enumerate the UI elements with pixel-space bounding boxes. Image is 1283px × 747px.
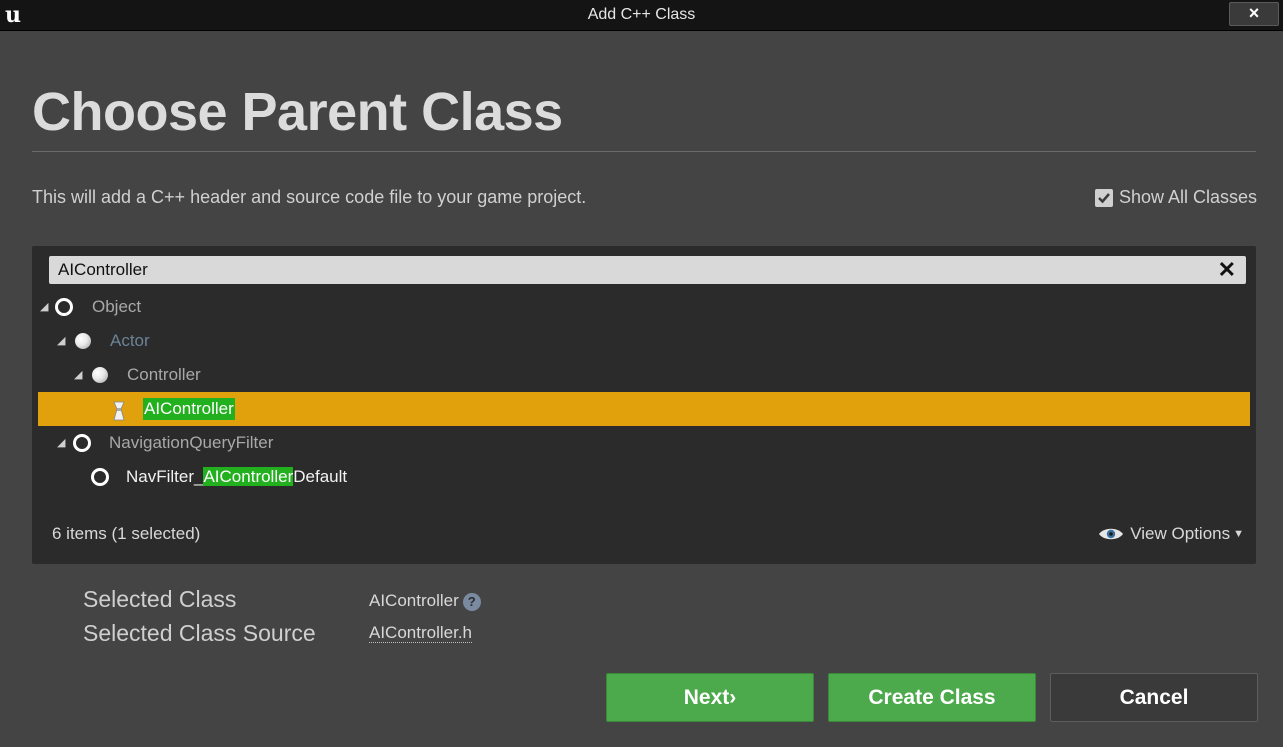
tree-item-label: Object xyxy=(92,297,142,316)
class-tree: ◢ Object ◢ Actor ◢ Controller AIControll… xyxy=(32,290,1256,494)
actor-sphere-icon xyxy=(75,332,93,350)
tree-item-label: NavFilter_AIControllerDefault xyxy=(126,460,347,494)
tree-item-object[interactable]: ◢ Object xyxy=(32,290,1256,324)
help-icon[interactable]: ? xyxy=(462,592,481,611)
eye-icon xyxy=(1099,528,1124,540)
page-title: Choose Parent Class xyxy=(32,82,563,142)
tree-item-actor[interactable]: ◢ Actor xyxy=(32,324,1256,358)
view-options-button[interactable]: View Options ▼ xyxy=(1098,524,1244,544)
actor-sphere-icon xyxy=(92,366,110,384)
tree-item-navfilter-aicontroller-default[interactable]: NavFilter_AIControllerDefault xyxy=(32,460,1256,494)
tree-item-label: Controller xyxy=(127,365,201,384)
item-count: 6 items (1 selected) xyxy=(52,524,201,543)
selected-class-source-label: Selected Class Source xyxy=(83,620,316,646)
show-all-classes-label: Show All Classes xyxy=(1118,187,1257,207)
divider xyxy=(32,151,1256,152)
expand-arrow-icon[interactable]: ◢ xyxy=(40,290,48,324)
show-all-classes-toggle[interactable]: Show All Classes xyxy=(1094,187,1257,208)
close-button[interactable]: × xyxy=(1229,2,1279,26)
chevron-right-icon: › xyxy=(729,686,737,709)
class-ring-icon xyxy=(73,434,91,452)
search-input[interactable]: AIController ✕ xyxy=(49,256,1246,284)
expand-arrow-icon[interactable]: ◢ xyxy=(74,358,82,392)
view-options-label: View Options xyxy=(1130,524,1231,543)
tree-item-navigationqueryfilter[interactable]: ◢ NavigationQueryFilter xyxy=(32,426,1256,460)
chevron-down-icon: ▼ xyxy=(1233,528,1244,540)
window-title: Add C++ Class xyxy=(587,6,696,23)
ai-controller-icon xyxy=(112,399,130,421)
selected-class-name: AIController xyxy=(369,591,459,610)
selected-class-source-value[interactable]: AIController.h xyxy=(369,623,472,643)
class-ring-icon xyxy=(55,298,73,316)
create-class-button[interactable]: Create Class xyxy=(828,673,1036,722)
source-file-link[interactable]: AIController.h xyxy=(369,623,472,643)
tree-item-label: Actor xyxy=(110,331,150,350)
search-input-value[interactable]: AIController xyxy=(58,256,148,284)
next-button[interactable]: Next› xyxy=(606,673,814,722)
class-ring-icon xyxy=(91,468,109,486)
expand-arrow-icon[interactable]: ◢ xyxy=(57,324,65,358)
tree-item-aicontroller[interactable]: AIController xyxy=(38,392,1250,426)
label-prefix: NavFilter_ xyxy=(126,467,204,486)
label-match-highlight: AIController xyxy=(203,467,294,486)
dialog-body: Choose Parent Class This will add a C++ … xyxy=(0,31,1283,747)
tree-item-label: AIController xyxy=(143,398,235,420)
clear-search-icon[interactable]: ✕ xyxy=(1218,256,1236,284)
title-bar: u Add C++ Class × xyxy=(0,0,1283,31)
selected-class-value: AIController? xyxy=(369,591,481,611)
next-button-label: Next xyxy=(683,686,730,709)
class-picker-panel: AIController ✕ ◢ Object ◢ Actor ◢ Contro… xyxy=(32,246,1256,564)
tree-item-label: NavigationQueryFilter xyxy=(109,433,274,452)
tree-item-controller[interactable]: ◢ Controller xyxy=(32,358,1256,392)
selected-class-label: Selected Class xyxy=(83,586,237,612)
cancel-button[interactable]: Cancel xyxy=(1050,673,1258,722)
checkbox-checked-icon[interactable] xyxy=(1094,188,1113,207)
expand-arrow-icon[interactable]: ◢ xyxy=(57,426,65,460)
label-suffix: Default xyxy=(293,467,348,486)
description-text: This will add a C++ header and source co… xyxy=(32,187,587,207)
